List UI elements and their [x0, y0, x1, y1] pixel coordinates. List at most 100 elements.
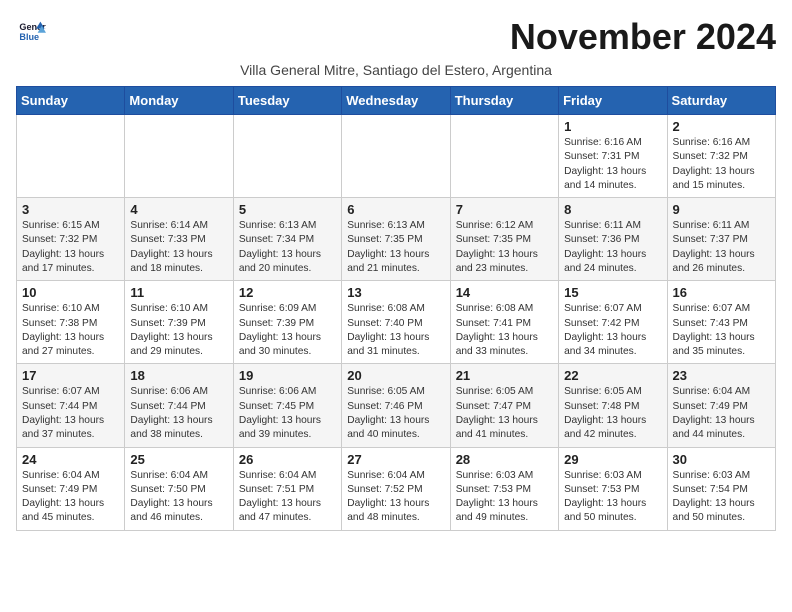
day-number: 16 — [673, 285, 770, 300]
day-number: 30 — [673, 452, 770, 467]
day-info: Sunrise: 6:09 AM Sunset: 7:39 PM Dayligh… — [239, 302, 336, 359]
calendar-day-cell: 20 Sunrise: 6:05 AM Sunset: 7:46 PM Dayli… — [342, 364, 450, 447]
month-title: November 2024 — [510, 16, 776, 58]
day-number: 25 — [130, 452, 227, 467]
day-number: 20 — [347, 368, 444, 383]
day-info: Sunrise: 6:05 AM Sunset: 7:46 PM Dayligh… — [347, 385, 444, 442]
day-info: Sunrise: 6:07 AM Sunset: 7:42 PM Dayligh… — [564, 302, 661, 359]
calendar-day-cell — [125, 115, 233, 198]
day-number: 5 — [239, 202, 336, 217]
day-number: 2 — [673, 119, 770, 134]
calendar-header-row: SundayMondayTuesdayWednesdayThursdayFrid… — [17, 87, 776, 115]
day-info: Sunrise: 6:16 AM Sunset: 7:31 PM Dayligh… — [564, 136, 661, 193]
day-number: 10 — [22, 285, 119, 300]
calendar-day-cell: 16 Sunrise: 6:07 AM Sunset: 7:43 PM Dayli… — [667, 281, 775, 364]
day-number: 22 — [564, 368, 661, 383]
calendar-day-cell: 8 Sunrise: 6:11 AM Sunset: 7:36 PM Daylig… — [559, 198, 667, 281]
calendar-day-cell: 12 Sunrise: 6:09 AM Sunset: 7:39 PM Dayli… — [233, 281, 341, 364]
calendar-week-row: 1 Sunrise: 6:16 AM Sunset: 7:31 PM Daylig… — [17, 115, 776, 198]
day-info: Sunrise: 6:15 AM Sunset: 7:32 PM Dayligh… — [22, 219, 119, 276]
day-number: 14 — [456, 285, 553, 300]
calendar-day-cell: 19Sunrise: 6:06 AM Sunset: 7:45 PM Dayli… — [233, 364, 341, 447]
day-of-week-header: Wednesday — [342, 87, 450, 115]
day-info: Sunrise: 6:08 AM Sunset: 7:40 PM Dayligh… — [347, 302, 444, 359]
calendar-day-cell: 1 Sunrise: 6:16 AM Sunset: 7:31 PM Daylig… — [559, 115, 667, 198]
day-info: Sunrise: 6:12 AM Sunset: 7:35 PM Dayligh… — [456, 219, 553, 276]
day-of-week-header: Thursday — [450, 87, 558, 115]
calendar-day-cell: 26 Sunrise: 6:04 AM Sunset: 7:51 PM Dayli… — [233, 447, 341, 530]
calendar-day-cell: 7 Sunrise: 6:12 AM Sunset: 7:35 PM Daylig… — [450, 198, 558, 281]
day-info: Sunrise: 6:13 AM Sunset: 7:35 PM Dayligh… — [347, 219, 444, 276]
logo: General Blue — [16, 16, 46, 49]
calendar-day-cell: 9Sunrise: 6:11 AM Sunset: 7:37 PM Daylig… — [667, 198, 775, 281]
calendar-week-row: 10 Sunrise: 6:10 AM Sunset: 7:38 PM Dayli… — [17, 281, 776, 364]
day-number: 28 — [456, 452, 553, 467]
calendar-day-cell: 21Sunrise: 6:05 AM Sunset: 7:47 PM Dayli… — [450, 364, 558, 447]
day-info: Sunrise: 6:04 AM Sunset: 7:51 PM Dayligh… — [239, 469, 336, 526]
day-info: Sunrise: 6:13 AM Sunset: 7:34 PM Dayligh… — [239, 219, 336, 276]
day-of-week-header: Sunday — [17, 87, 125, 115]
calendar-day-cell: 2 Sunrise: 6:16 AM Sunset: 7:32 PM Daylig… — [667, 115, 775, 198]
svg-text:Blue: Blue — [19, 32, 39, 42]
day-number: 3 — [22, 202, 119, 217]
calendar-day-cell — [450, 115, 558, 198]
day-number: 24 — [22, 452, 119, 467]
day-info: Sunrise: 6:04 AM Sunset: 7:50 PM Dayligh… — [130, 469, 227, 526]
day-info: Sunrise: 6:11 AM Sunset: 7:37 PM Dayligh… — [673, 219, 770, 276]
day-number: 18 — [130, 368, 227, 383]
day-info: Sunrise: 6:08 AM Sunset: 7:41 PM Dayligh… — [456, 302, 553, 359]
day-number: 1 — [564, 119, 661, 134]
day-info: Sunrise: 6:03 AM Sunset: 7:54 PM Dayligh… — [673, 469, 770, 526]
calendar-day-cell — [233, 115, 341, 198]
calendar-day-cell: 17 Sunrise: 6:07 AM Sunset: 7:44 PM Dayli… — [17, 364, 125, 447]
day-info: Sunrise: 6:06 AM Sunset: 7:44 PM Dayligh… — [130, 385, 227, 442]
calendar-day-cell: 29Sunrise: 6:03 AM Sunset: 7:53 PM Dayli… — [559, 447, 667, 530]
day-of-week-header: Tuesday — [233, 87, 341, 115]
day-number: 29 — [564, 452, 661, 467]
calendar-day-cell: 5 Sunrise: 6:13 AM Sunset: 7:34 PM Daylig… — [233, 198, 341, 281]
calendar-week-row: 17 Sunrise: 6:07 AM Sunset: 7:44 PM Dayli… — [17, 364, 776, 447]
calendar-day-cell — [342, 115, 450, 198]
day-info: Sunrise: 6:04 AM Sunset: 7:52 PM Dayligh… — [347, 469, 444, 526]
day-number: 17 — [22, 368, 119, 383]
calendar-day-cell: 11 Sunrise: 6:10 AM Sunset: 7:39 PM Dayli… — [125, 281, 233, 364]
calendar-day-cell: 25 Sunrise: 6:04 AM Sunset: 7:50 PM Dayli… — [125, 447, 233, 530]
day-info: Sunrise: 6:07 AM Sunset: 7:44 PM Dayligh… — [22, 385, 119, 442]
day-number: 27 — [347, 452, 444, 467]
calendar-day-cell: 27 Sunrise: 6:04 AM Sunset: 7:52 PM Dayli… — [342, 447, 450, 530]
day-number: 13 — [347, 285, 444, 300]
day-info: Sunrise: 6:03 AM Sunset: 7:53 PM Dayligh… — [456, 469, 553, 526]
day-number: 23 — [673, 368, 770, 383]
calendar-day-cell: 6Sunrise: 6:13 AM Sunset: 7:35 PM Daylig… — [342, 198, 450, 281]
day-of-week-header: Saturday — [667, 87, 775, 115]
day-info: Sunrise: 6:04 AM Sunset: 7:49 PM Dayligh… — [673, 385, 770, 442]
day-info: Sunrise: 6:16 AM Sunset: 7:32 PM Dayligh… — [673, 136, 770, 193]
logo-icon: General Blue — [18, 16, 46, 44]
page-subtitle: Villa General Mitre, Santiago del Estero… — [16, 62, 776, 78]
calendar-day-cell: 13 Sunrise: 6:08 AM Sunset: 7:40 PM Dayli… — [342, 281, 450, 364]
calendar-table: SundayMondayTuesdayWednesdayThursdayFrid… — [16, 86, 776, 531]
day-of-week-header: Monday — [125, 87, 233, 115]
calendar-week-row: 3 Sunrise: 6:15 AM Sunset: 7:32 PM Daylig… — [17, 198, 776, 281]
day-number: 8 — [564, 202, 661, 217]
day-of-week-header: Friday — [559, 87, 667, 115]
calendar-day-cell: 3 Sunrise: 6:15 AM Sunset: 7:32 PM Daylig… — [17, 198, 125, 281]
day-info: Sunrise: 6:06 AM Sunset: 7:45 PM Dayligh… — [239, 385, 336, 442]
day-info: Sunrise: 6:14 AM Sunset: 7:33 PM Dayligh… — [130, 219, 227, 276]
day-info: Sunrise: 6:07 AM Sunset: 7:43 PM Dayligh… — [673, 302, 770, 359]
day-info: Sunrise: 6:11 AM Sunset: 7:36 PM Dayligh… — [564, 219, 661, 276]
day-number: 15 — [564, 285, 661, 300]
day-number: 7 — [456, 202, 553, 217]
day-number: 4 — [130, 202, 227, 217]
calendar-day-cell: 23 Sunrise: 6:04 AM Sunset: 7:49 PM Dayli… — [667, 364, 775, 447]
day-number: 11 — [130, 285, 227, 300]
calendar-day-cell: 30 Sunrise: 6:03 AM Sunset: 7:54 PM Dayli… — [667, 447, 775, 530]
day-info: Sunrise: 6:10 AM Sunset: 7:39 PM Dayligh… — [130, 302, 227, 359]
day-info: Sunrise: 6:05 AM Sunset: 7:48 PM Dayligh… — [564, 385, 661, 442]
day-number: 26 — [239, 452, 336, 467]
calendar-day-cell: 14 Sunrise: 6:08 AM Sunset: 7:41 PM Dayli… — [450, 281, 558, 364]
calendar-day-cell: 18 Sunrise: 6:06 AM Sunset: 7:44 PM Dayli… — [125, 364, 233, 447]
day-number: 12 — [239, 285, 336, 300]
day-info: Sunrise: 6:05 AM Sunset: 7:47 PM Dayligh… — [456, 385, 553, 442]
day-info: Sunrise: 6:10 AM Sunset: 7:38 PM Dayligh… — [22, 302, 119, 359]
